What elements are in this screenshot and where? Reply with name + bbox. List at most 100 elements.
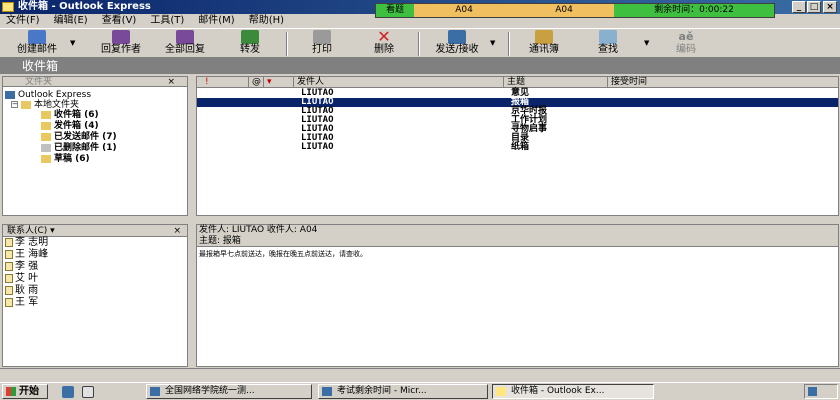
contact-name: 李 志明 bbox=[15, 237, 49, 248]
taskbar: 开始 全国网络学院统一测... 考试剩余时间 - Micr... 收件箱 - O… bbox=[0, 382, 840, 400]
tray-input-icon[interactable] bbox=[808, 387, 817, 396]
contact-name: 耿 雨 bbox=[15, 285, 39, 296]
task-button-exam-browser[interactable]: 全国网络学院统一测... bbox=[146, 384, 312, 399]
reply-icon bbox=[112, 30, 130, 44]
menu-file[interactable]: 文件(F) bbox=[6, 14, 40, 28]
column-priority[interactable]: ! bbox=[197, 77, 249, 88]
minimize-button[interactable]: _ bbox=[792, 1, 806, 13]
message-list: ! @ ▾ 发件人 主题 接受时间 LIUTAO 意见 LIUTAO 报箱 LI… bbox=[196, 76, 839, 216]
menu-message[interactable]: 邮件(M) bbox=[198, 14, 234, 28]
task-label: 收件箱 - Outlook Ex... bbox=[511, 386, 605, 396]
contact-item[interactable]: 艾 叶 bbox=[5, 273, 38, 285]
address-book-icon bbox=[535, 30, 553, 44]
menu-tools[interactable]: 工具(T) bbox=[150, 14, 184, 28]
start-button[interactable]: 开始 bbox=[2, 384, 48, 399]
contact-name: 王 军 bbox=[15, 297, 39, 308]
task-button-exam-timer[interactable]: 考试剩余时间 - Micr... bbox=[318, 384, 488, 399]
contact-item[interactable]: 耿 雨 bbox=[5, 285, 38, 297]
tree-item-label: 已删除邮件 (1) bbox=[54, 143, 117, 153]
preview-body: 最报箱早七点前送达，晚报在晚五点前送达，请查收。 bbox=[199, 250, 367, 258]
collapse-icon[interactable]: − bbox=[11, 101, 18, 108]
contact-card-icon bbox=[5, 249, 13, 259]
tree-item-outlook-express[interactable]: Outlook Express bbox=[5, 90, 91, 100]
task-label: 全国网络学院统一测... bbox=[165, 386, 255, 396]
delete-x-icon: ✕ bbox=[377, 27, 391, 46]
contacts-title: 联系人(C) ▾ bbox=[7, 226, 55, 236]
contacts-pane: 联系人(C) ▾ × 李 志明 王 海峰 李 强 艾 叶 耿 雨 王 军 bbox=[2, 224, 188, 367]
encoding-icon: aě bbox=[678, 30, 694, 43]
contacts-close-button[interactable]: × bbox=[173, 225, 181, 237]
column-from[interactable]: 发件人 bbox=[294, 77, 504, 88]
folder-pane-close-button[interactable]: × bbox=[167, 77, 175, 87]
new-mail-icon bbox=[28, 30, 46, 44]
send-receive-icon bbox=[448, 30, 466, 44]
tree-item-deleted[interactable]: 已删除邮件 (1) bbox=[41, 143, 117, 153]
contact-item[interactable]: 王 军 bbox=[5, 297, 38, 309]
deleted-items-icon bbox=[41, 143, 51, 152]
contact-name: 李 强 bbox=[15, 261, 39, 272]
reply-button[interactable]: 回复作者 bbox=[94, 30, 148, 58]
delete-button[interactable]: ✕ 删除 bbox=[366, 27, 402, 58]
menu-edit[interactable]: 编辑(E) bbox=[54, 14, 88, 28]
drafts-icon bbox=[41, 154, 51, 163]
toolbar-separator bbox=[286, 32, 288, 56]
column-flag[interactable]: ▾ bbox=[264, 77, 294, 88]
show-desktop-icon[interactable] bbox=[82, 386, 94, 398]
printer-icon bbox=[313, 30, 331, 44]
contact-item[interactable]: 李 志明 bbox=[5, 237, 48, 249]
preview-pane: 发件人: LIUTAO 收件人: A04 主题: 报箱 最报箱早七点前送达，晚报… bbox=[196, 224, 839, 367]
internet-explorer-icon[interactable] bbox=[62, 386, 74, 398]
create-dropdown-icon[interactable]: ▼ bbox=[70, 39, 75, 47]
ie-window-icon bbox=[322, 387, 332, 396]
create-mail-button[interactable]: 创建邮件 bbox=[4, 30, 70, 58]
contact-item[interactable]: 王 海峰 bbox=[5, 249, 48, 261]
encoding-button[interactable]: aě 编码 bbox=[670, 30, 702, 58]
folder-pane-title: 文件夹 bbox=[25, 77, 53, 87]
tree-item-drafts[interactable]: 草稿 (6) bbox=[41, 154, 90, 164]
tree-item-outbox[interactable]: 发件箱 (4) bbox=[41, 121, 99, 131]
menu-bar: 文件(F) 编辑(E) 查看(V) 工具(T) 邮件(M) 帮助(H) bbox=[0, 14, 840, 28]
outlook-express-icon bbox=[5, 90, 15, 99]
status-bar bbox=[0, 368, 840, 382]
sent-items-icon bbox=[41, 132, 51, 141]
find-dropdown-icon[interactable]: ▼ bbox=[644, 39, 649, 47]
reply-all-button[interactable]: 全部回复 bbox=[158, 30, 212, 58]
tree-item-label: 收件箱 (6) bbox=[54, 110, 99, 120]
toolbar-separator bbox=[508, 32, 510, 56]
find-icon bbox=[599, 30, 617, 44]
contacts-header[interactable]: 联系人(C) ▾ × bbox=[3, 225, 187, 237]
tree-item-local-folders[interactable]: − 本地文件夹 bbox=[11, 100, 79, 110]
forward-icon bbox=[241, 30, 259, 44]
tree-item-label: 发件箱 (4) bbox=[54, 121, 99, 131]
close-button[interactable]: × bbox=[823, 1, 837, 13]
outlook-window-icon bbox=[496, 387, 506, 396]
tree-item-inbox[interactable]: 收件箱 (6) bbox=[41, 110, 99, 120]
message-row[interactable]: LIUTAO 纸箱 bbox=[197, 143, 838, 152]
contact-card-icon bbox=[5, 297, 13, 307]
column-subject[interactable]: 主题 bbox=[504, 77, 608, 88]
tree-item-label: 已发送邮件 (7) bbox=[54, 132, 117, 142]
send-receive-dropdown-icon[interactable]: ▼ bbox=[490, 39, 495, 47]
forward-button[interactable]: 转发 bbox=[232, 30, 268, 58]
maximize-button[interactable]: □ bbox=[807, 1, 821, 13]
task-button-outlook[interactable]: 收件箱 - Outlook Ex... bbox=[492, 384, 654, 399]
find-button[interactable]: 查找 bbox=[592, 30, 624, 58]
current-folder-header: 收件箱 bbox=[0, 58, 840, 74]
send-receive-button[interactable]: 发送/接收 bbox=[426, 30, 488, 58]
address-book-button[interactable]: 通讯簿 bbox=[524, 30, 564, 58]
menu-help[interactable]: 帮助(H) bbox=[249, 14, 284, 28]
contact-item[interactable]: 李 强 bbox=[5, 261, 38, 273]
message-subject: 纸箱 bbox=[511, 142, 530, 152]
column-attachment[interactable]: @ bbox=[249, 77, 264, 88]
app-icon bbox=[2, 2, 14, 12]
column-received[interactable]: 接受时间 bbox=[608, 77, 840, 88]
print-button[interactable]: 打印 bbox=[304, 30, 340, 58]
menu-view[interactable]: 查看(V) bbox=[102, 14, 137, 28]
contact-card-icon bbox=[5, 237, 13, 247]
contact-card-icon bbox=[5, 285, 13, 295]
tree-item-sent[interactable]: 已发送邮件 (7) bbox=[41, 132, 117, 142]
task-label: 考试剩余时间 - Micr... bbox=[337, 386, 427, 396]
contact-card-icon bbox=[5, 261, 13, 271]
folder-icon bbox=[21, 100, 31, 109]
contact-card-icon bbox=[5, 273, 13, 283]
